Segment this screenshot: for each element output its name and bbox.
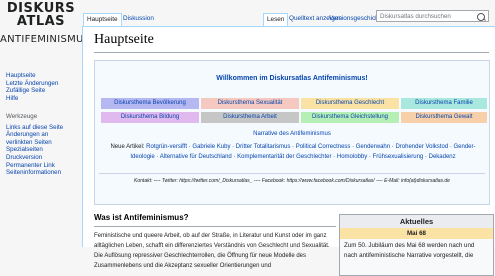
article-link[interactable]: Gabriele Kuby xyxy=(192,144,230,150)
theme-bevoelkerung[interactable]: Diskursthema Bevölkerung xyxy=(101,98,199,109)
article-link[interactable]: Frühsexualisierung xyxy=(373,154,424,160)
narratives-link[interactable]: Narrative des Antifeminismus xyxy=(95,131,489,137)
search-icon[interactable] xyxy=(477,13,485,21)
new-articles: Neue Artikel: Rotgrün-versifft · Gabriel… xyxy=(110,144,476,160)
tools-heading: Werkzeuge xyxy=(6,113,38,120)
title-divider xyxy=(94,52,489,53)
contact-line: Kontakt: ---- Twitter: https://twitter.c… xyxy=(99,173,485,184)
news-box: Aktuelles Mai 68 Zum 50. Jubiläum des Ma… xyxy=(339,214,494,276)
sidebar-item-special-pages[interactable]: Spezialseiten xyxy=(6,146,63,154)
article-link[interactable]: Political Correctness xyxy=(296,144,351,150)
news-text: Zum 50. Jubiläum des Mai 68 werden nach … xyxy=(344,242,475,259)
sidebar-item-help[interactable]: Hilfe xyxy=(6,95,58,103)
sidebar-item-whatlinkshere[interactable]: Links auf diese Seite xyxy=(6,124,63,132)
article-link[interactable]: Komplementarität der Geschlechter xyxy=(237,154,331,160)
sidebar-navigation: Hauptseite Letzte Änderungen Zufällige S… xyxy=(6,72,58,102)
tab-diskussion[interactable]: Diskussion xyxy=(120,13,157,26)
article-link[interactable]: Rotgrün-versifft xyxy=(146,144,187,150)
sidebar-item-recent-changes[interactable]: Letzte Änderungen xyxy=(6,80,58,88)
site-logo[interactable]: DISKURS ATLAS ANTIFEMINISMUS xyxy=(0,0,91,62)
news-subtitle[interactable]: Mai 68 xyxy=(340,228,493,239)
search-input[interactable]: Diskursatlas durchsuchen xyxy=(376,10,489,22)
sidebar-item-related-changes-2[interactable]: verlinkten Seiten xyxy=(6,139,63,147)
section-divider xyxy=(94,226,336,227)
article-link[interactable]: Alternative für Deutschland xyxy=(160,154,232,160)
welcome-heading: Willkommen im Diskursatlas Antifeminismu… xyxy=(216,75,368,82)
sidebar-item-permanent-link[interactable]: Permanenter Link xyxy=(6,162,63,170)
logo-line-3: ANTIFEMINISMUS xyxy=(0,34,91,45)
new-articles-label: Neue Artikel: xyxy=(110,144,145,150)
theme-gewalt[interactable]: Diskursthema Gewalt xyxy=(401,112,487,123)
content-area: Hauptseite Willkommen im Diskursatlas An… xyxy=(82,26,495,276)
page-title: Hauptseite xyxy=(94,32,154,47)
sidebar-item-related-changes[interactable]: Änderungen an xyxy=(6,131,63,139)
article-link[interactable]: Dekadenz xyxy=(429,154,456,160)
welcome-box: Willkommen im Diskursatlas Antifeminismu… xyxy=(94,60,490,205)
theme-gleichstellung[interactable]: Diskursthema Gleichstellung xyxy=(301,112,399,123)
sidebar-item-page-info[interactable]: Seiteninformationen xyxy=(6,169,63,177)
theme-arbeit[interactable]: Diskursthema Arbeit xyxy=(201,112,299,123)
news-title: Aktuelles xyxy=(340,215,493,228)
logo-line-2: ATLAS xyxy=(16,14,66,29)
article-link[interactable]: Drohender Volkstod xyxy=(395,144,448,150)
theme-sexualitaet[interactable]: Diskursthema Sexualität xyxy=(201,98,299,109)
article-link[interactable]: Homolobby xyxy=(337,154,367,160)
theme-familie[interactable]: Diskursthema Familie xyxy=(401,98,487,109)
section-heading: Was ist Antifeminismus? xyxy=(94,213,189,222)
tab-lesen[interactable]: Lesen xyxy=(263,13,289,27)
article-link[interactable]: Dritter Totalitarismus xyxy=(236,144,291,150)
sidebar-tools: Werkzeuge Links auf diese Seite Änderung… xyxy=(6,113,63,177)
section-paragraph: Feministische und queere Arbeit, ob auf … xyxy=(94,233,330,269)
theme-bildung[interactable]: Diskursthema Bildung xyxy=(101,112,199,123)
sidebar-item-hauptseite[interactable]: Hauptseite xyxy=(6,72,58,80)
tab-hauptseite[interactable]: Hauptseite xyxy=(83,13,122,27)
sidebar-item-print-version[interactable]: Druckversion xyxy=(6,154,63,162)
theme-geschlecht[interactable]: Diskursthema Geschlecht xyxy=(301,98,399,109)
article-link[interactable]: Genderwahn xyxy=(356,144,390,150)
sidebar-item-random-page[interactable]: Zufällige Seite xyxy=(6,87,58,95)
search-placeholder: Diskursatlas durchsuchen xyxy=(380,13,451,20)
